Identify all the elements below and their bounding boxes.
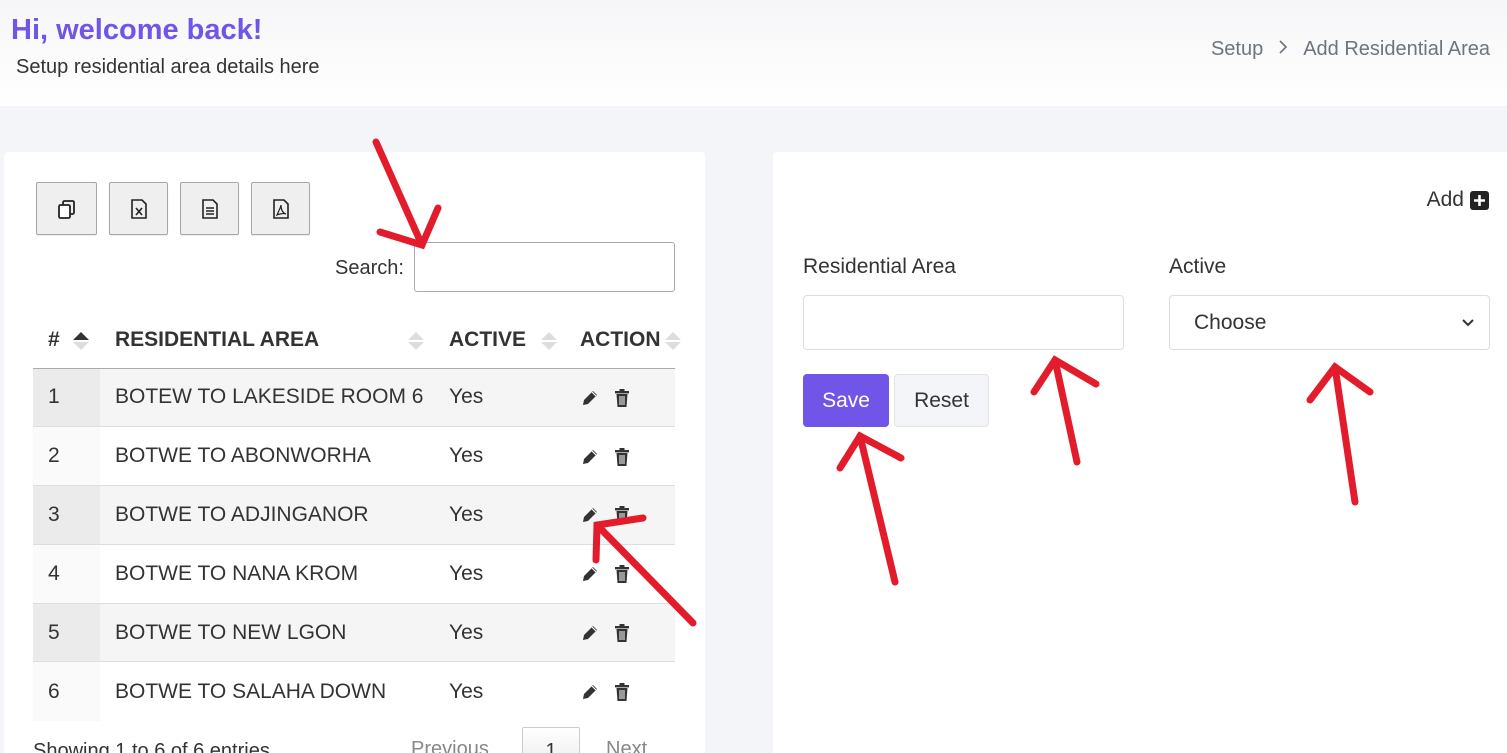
chevron-right-icon: [1278, 38, 1288, 61]
edit-icon[interactable]: [580, 680, 612, 703]
column-header-residential-area[interactable]: RESIDENTIAL AREA: [100, 312, 434, 369]
residential-area-list-card: Search: # RESIDENTIAL AREA ACTIVE ACTION: [4, 152, 705, 753]
table-row: 4 BOTWE TO NANA KROM Yes: [33, 543, 675, 604]
row-active: Yes: [434, 368, 565, 427]
delete-icon[interactable]: [612, 503, 644, 526]
page-header: Hi, welcome back! Setup residential area…: [0, 0, 1507, 106]
active-label: Active: [1169, 255, 1227, 278]
search-input[interactable]: [414, 242, 675, 292]
breadcrumb: Setup Add Residential Area: [1211, 38, 1490, 61]
table-header-row: # RESIDENTIAL AREA ACTIVE ACTION: [33, 312, 681, 369]
csv-icon: [201, 198, 218, 219]
add-label: Add: [1426, 188, 1464, 211]
delete-icon[interactable]: [612, 621, 644, 644]
row-active: Yes: [434, 485, 565, 545]
residential-area-label: Residential Area: [803, 255, 956, 278]
sort-icon: [541, 332, 557, 350]
save-button[interactable]: Save: [803, 374, 889, 427]
table-row: 6 BOTWE TO SALAHA DOWN Yes: [33, 661, 675, 721]
breadcrumb-setup[interactable]: Setup: [1211, 38, 1263, 61]
residential-area-form-card: Add Residential Area Active Choose Save …: [773, 152, 1507, 753]
reset-button[interactable]: Reset: [894, 374, 989, 427]
residential-area-input[interactable]: [803, 295, 1124, 350]
search-label: Search:: [335, 257, 404, 279]
row-actions: [565, 602, 675, 662]
page-subtitle: Setup residential area details here: [16, 56, 320, 78]
row-residential-area: BOTWE TO ADJINGANOR: [100, 485, 434, 545]
breadcrumb-current: Add Residential Area: [1303, 38, 1490, 60]
page-1-button[interactable]: 1: [522, 727, 580, 753]
plus-square-icon: [1470, 190, 1489, 210]
delete-icon[interactable]: [612, 385, 644, 408]
row-active: Yes: [434, 543, 565, 604]
row-number: 4: [33, 543, 100, 604]
table-info: Showing 1 to 6 of 6 entries: [33, 740, 270, 753]
copy-button[interactable]: [36, 182, 97, 235]
column-header-number[interactable]: #: [33, 312, 100, 369]
row-active: Yes: [434, 602, 565, 662]
row-number: 3: [33, 485, 100, 545]
next-page-button[interactable]: Next: [606, 738, 647, 753]
copy-icon: [57, 199, 75, 219]
sort-icon: [408, 332, 424, 350]
delete-icon[interactable]: [612, 444, 644, 467]
previous-page-button[interactable]: Previous: [411, 738, 489, 753]
row-actions: [565, 661, 675, 721]
edit-icon[interactable]: [580, 385, 612, 408]
active-select[interactable]: Choose: [1169, 295, 1490, 350]
table-row: 2 BOTWE TO ABONWORHA Yes: [33, 426, 675, 486]
table-row: 3 BOTWE TO ADJINGANOR Yes: [33, 485, 675, 545]
sort-icon: [665, 332, 681, 350]
csv-button[interactable]: [180, 182, 239, 235]
row-number: 6: [33, 661, 100, 721]
row-actions: [565, 426, 675, 486]
delete-icon[interactable]: [612, 562, 644, 585]
add-button[interactable]: Add: [1427, 188, 1489, 212]
sort-asc-icon: [73, 332, 89, 350]
row-active: Yes: [434, 661, 565, 721]
row-active: Yes: [434, 426, 565, 486]
residential-area-table: # RESIDENTIAL AREA ACTIVE ACTION 1 BOTEW …: [33, 312, 681, 721]
edit-icon[interactable]: [580, 444, 612, 467]
table-row: 1 BOTEW TO LAKESIDE ROOM 6 Yes: [33, 368, 675, 427]
active-select-value: Choose: [1194, 310, 1267, 334]
row-residential-area: BOTWE TO NEW LGON: [100, 602, 434, 662]
edit-icon[interactable]: [580, 621, 612, 644]
row-number: 1: [33, 368, 100, 427]
edit-icon[interactable]: [580, 503, 612, 526]
row-actions: [565, 485, 675, 545]
row-residential-area: BOTWE TO ABONWORHA: [100, 426, 434, 486]
row-number: 2: [33, 426, 100, 486]
excel-button[interactable]: [109, 182, 168, 235]
excel-icon: [130, 198, 147, 219]
pdf-button[interactable]: [251, 182, 310, 235]
row-residential-area: BOTWE TO SALAHA DOWN: [100, 661, 434, 721]
row-actions: [565, 543, 675, 604]
row-number: 5: [33, 602, 100, 662]
table-row: 5 BOTWE TO NEW LGON Yes: [33, 602, 675, 662]
column-header-action[interactable]: ACTION: [565, 312, 681, 369]
row-residential-area: BOTEW TO LAKESIDE ROOM 6: [100, 368, 434, 427]
delete-icon[interactable]: [612, 680, 644, 703]
chevron-down-icon: [1462, 318, 1474, 326]
pdf-icon: [272, 198, 289, 219]
row-actions: [565, 368, 675, 427]
column-header-active[interactable]: ACTIVE: [434, 312, 565, 369]
edit-icon[interactable]: [580, 562, 612, 585]
page-title: Hi, welcome back!: [11, 14, 263, 46]
row-residential-area: BOTWE TO NANA KROM: [100, 543, 434, 604]
